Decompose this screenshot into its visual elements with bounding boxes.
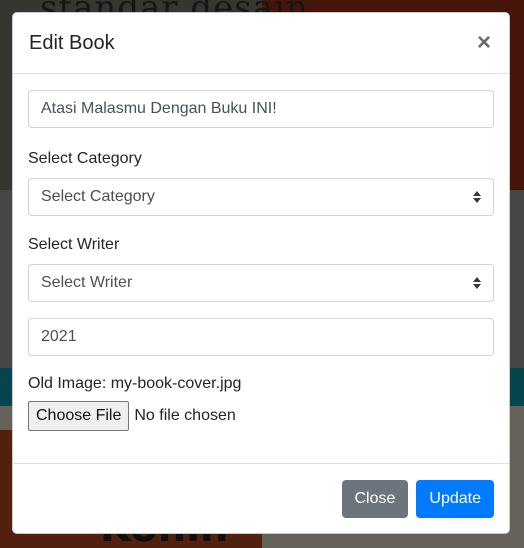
- book-title-field[interactable]: [28, 90, 494, 128]
- modal-body: Select Category Select Category Select W…: [13, 74, 509, 431]
- update-button[interactable]: Update: [416, 479, 494, 518]
- modal-header: Edit Book ×: [13, 13, 509, 74]
- close-button[interactable]: Close: [341, 479, 409, 518]
- writer-selected-value: Select Writer: [41, 274, 133, 291]
- old-image-text: Old Image: my-book-cover.jpg: [28, 375, 242, 392]
- category-label: Select Category: [28, 150, 142, 167]
- writer-label: Select Writer: [28, 236, 120, 253]
- category-selected-value: Select Category: [41, 188, 155, 205]
- modal-footer: Close Update: [13, 463, 509, 533]
- writer-select[interactable]: Select Writer: [28, 264, 494, 302]
- edit-book-modal: Edit Book × Select Category Select Categ…: [12, 12, 510, 534]
- file-status-text: No file chosen: [134, 407, 236, 424]
- close-icon[interactable]: ×: [475, 31, 493, 55]
- select-caret-icon: [473, 191, 481, 203]
- select-caret-icon: [473, 277, 481, 289]
- year-field[interactable]: [28, 318, 494, 356]
- category-select[interactable]: Select Category: [28, 178, 494, 216]
- book-title-input[interactable]: [41, 100, 481, 118]
- year-input[interactable]: [41, 328, 481, 346]
- choose-file-button[interactable]: Choose File: [28, 401, 130, 431]
- file-input[interactable]: Choose File No file chosen: [28, 401, 494, 431]
- modal-title: Edit Book: [29, 31, 115, 54]
